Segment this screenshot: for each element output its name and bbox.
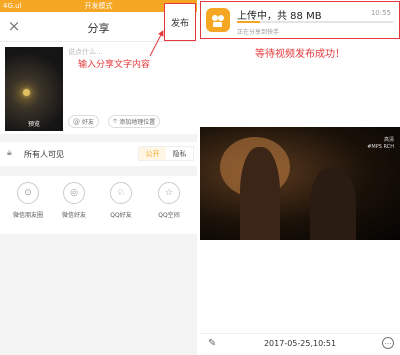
preview-label[interactable]: 预览 <box>5 119 63 128</box>
qzone-star-icon: ☆ <box>158 182 180 204</box>
post-date: 2017-05-25,10:51 <box>263 339 337 348</box>
upload-progress-fill <box>237 21 261 23</box>
thumbnail-light <box>23 89 30 96</box>
public-option[interactable]: 公开 <box>139 147 166 160</box>
wechat-moments-icon: ⊙ <box>17 182 39 204</box>
share-wechat-friend[interactable]: ◎ 微信好友 <box>52 182 96 219</box>
upload-annotation: 等待视频发布成功！ <box>255 49 345 60</box>
more-icon[interactable]: … <box>382 337 394 349</box>
notification-time: 10:55 <box>370 9 391 17</box>
kuaishou-app-icon <box>206 8 230 32</box>
lock-icon: 🔒︎ <box>7 148 12 158</box>
publish-button[interactable]: 发布 <box>164 3 196 41</box>
share-label: 微信好友 <box>61 212 86 219</box>
location-chip-label: 添加地理位置 <box>119 119 156 126</box>
upload-subtitle: 正在分享到快手 <box>237 29 280 36</box>
share-qq-friend[interactable]: ♘ QQ好友 <box>99 182 143 219</box>
video-watermark: 高清 #MPS RCH <box>367 137 394 150</box>
wechat-icon: ◎ <box>63 182 85 204</box>
private-option[interactable]: 隐私 <box>166 147 193 160</box>
upload-title: 上传中，共 88 MB <box>237 11 322 22</box>
share-targets: ⊙ 微信朋友圈 ◎ 微信好友 ♘ QQ好友 ☆ QQ空间 <box>0 176 197 234</box>
friend-chip[interactable]: @ 好友 <box>68 115 100 128</box>
video-thumbnail[interactable]: 预览 <box>5 47 63 131</box>
location-chip[interactable]: ⌾ 添加地理位置 <box>108 115 161 128</box>
bottom-bar: ✎ 2017-05-25,10:51 … <box>200 333 400 353</box>
at-icon: @ <box>73 117 80 126</box>
privacy-row: 🔒︎ 所有人可见 公开 隐私 <box>0 142 197 166</box>
location-pin-icon: ⌾ <box>113 117 118 125</box>
qq-icon: ♘ <box>110 182 132 204</box>
share-label: QQ好友 <box>110 212 132 219</box>
upload-notification[interactable]: 上传中，共 88 MB 10:55 正在分享到快手 <box>200 1 400 39</box>
video-frame[interactable]: 高清 #MPS RCH <box>200 127 400 240</box>
share-wechat-moments[interactable]: ⊙ 微信朋友圈 <box>6 182 50 219</box>
upload-progress-bar <box>237 21 393 23</box>
privacy-toggle[interactable]: 公开 隐私 <box>138 146 194 161</box>
performer-left <box>240 147 280 240</box>
share-label: QQ空间 <box>158 212 180 219</box>
share-screen: 4G.ul 开发模式 × 分享 发布 预览 @ 好友 ⌾ 添加地理位置 输入分享… <box>0 0 197 355</box>
screenshot: 4G.ul 开发模式 × 分享 发布 预览 @ 好友 ⌾ 添加地理位置 输入分享… <box>0 0 400 355</box>
share-qzone[interactable]: ☆ QQ空间 <box>147 182 191 219</box>
friend-chip-label: 好友 <box>82 119 95 126</box>
privacy-label: 所有人可见 <box>24 150 64 159</box>
performer-right <box>310 167 356 240</box>
upload-screen: 上传中，共 88 MB 10:55 正在分享到快手 等待视频发布成功！ 高清 #… <box>200 0 400 355</box>
share-label: 微信朋友圈 <box>12 212 43 219</box>
caption-annotation: 输入分享文字内容 <box>78 60 151 70</box>
compose-area: 预览 @ 好友 ⌾ 添加地理位置 <box>0 42 197 134</box>
